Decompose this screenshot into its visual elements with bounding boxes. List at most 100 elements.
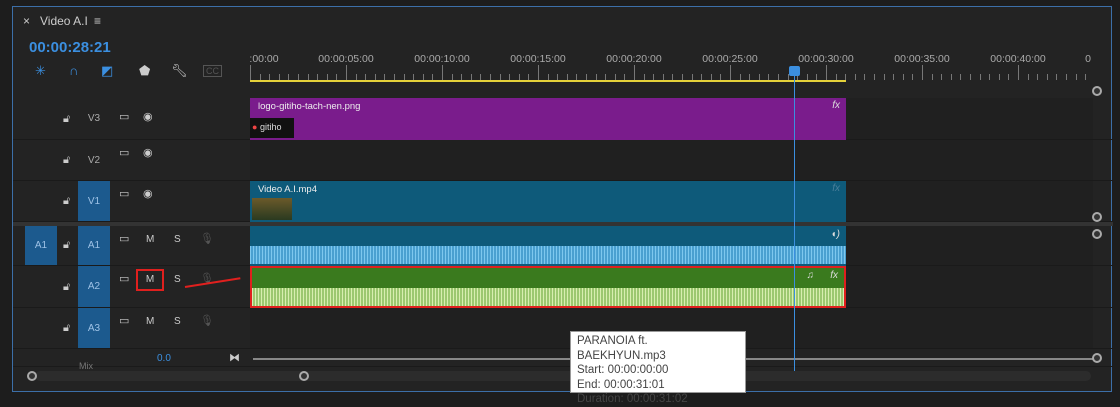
track-label-a1[interactable]: A1 xyxy=(78,226,110,265)
ruler-tick xyxy=(1075,74,1077,80)
ruler-tick xyxy=(749,74,751,80)
audio-vscroll-top[interactable] xyxy=(1092,229,1102,239)
sync-lock-icon[interactable]: ▭ xyxy=(119,110,129,123)
ruler-tick xyxy=(298,74,299,80)
wrench-icon[interactable]: 🔧︎ xyxy=(171,63,188,79)
lock-icon[interactable]: 🔓︎ xyxy=(63,113,70,126)
track-label-a3[interactable]: A3 xyxy=(78,308,110,348)
video-vscroll-top[interactable] xyxy=(1092,86,1102,96)
ruler-tick xyxy=(470,74,472,80)
lock-icon[interactable]: 🔓︎ xyxy=(63,322,70,335)
solo-button[interactable]: S xyxy=(174,316,181,327)
microphone-icon[interactable]: 🎙︎ xyxy=(200,314,214,327)
scroll-handle-right[interactable] xyxy=(299,371,309,381)
fx-badge[interactable]: fx xyxy=(832,183,840,194)
sync-lock-icon[interactable]: ▭ xyxy=(119,187,129,200)
ruler-tick xyxy=(682,74,683,80)
ruler-tick xyxy=(595,74,597,80)
scroll-handle-left[interactable] xyxy=(27,371,37,381)
tooltip-title: PARANOIA ft. BAEKHYUN.mp3 xyxy=(577,335,666,362)
sequence-tab[interactable]: Video A.I xyxy=(40,14,88,28)
microphone-icon[interactable]: 🎙︎ xyxy=(200,232,214,245)
track-label-a2[interactable]: A2 xyxy=(78,266,110,307)
playhead-timecode[interactable]: 00:00:28:21 xyxy=(29,39,111,56)
clip-video[interactable]: Video A.I.mp4 fx xyxy=(250,181,846,222)
video-vscroll-bottom[interactable] xyxy=(1092,212,1102,222)
playhead-line[interactable] xyxy=(794,69,795,374)
ruler-tick xyxy=(931,74,933,80)
ruler-tick xyxy=(250,65,251,80)
ruler-tick xyxy=(480,74,482,80)
lock-icon[interactable]: 🔓︎ xyxy=(63,195,70,208)
track-label-v2[interactable]: V2 xyxy=(78,140,110,180)
ruler-tick xyxy=(317,74,319,80)
fx-badge[interactable]: fx xyxy=(832,100,840,111)
playhead-handle[interactable] xyxy=(789,66,800,76)
clip-audio-a2[interactable]: ♫ fx xyxy=(250,266,846,308)
time-ruler[interactable]: :00:00 00:00:05:00 00:00:10:00 00:00:15:00 0… xyxy=(249,43,1093,82)
clip-thumbnail: ● gitiho xyxy=(250,118,294,138)
ruler-tick xyxy=(1008,74,1010,80)
lock-icon[interactable]: 🔓︎ xyxy=(63,281,70,294)
clip-audio-a1[interactable]: ◖) xyxy=(250,226,846,266)
ruler-tick xyxy=(259,74,261,80)
ruler-tick xyxy=(634,65,635,80)
sync-lock-icon[interactable]: ▭ xyxy=(119,146,129,159)
sync-lock-icon[interactable]: ▭ xyxy=(119,232,129,245)
mix-volume[interactable]: 0.0 xyxy=(157,353,171,364)
ruler-tick xyxy=(758,74,760,80)
sync-lock-icon[interactable]: ▭ xyxy=(119,272,129,285)
ruler-tick xyxy=(336,74,338,80)
clip-logo[interactable]: logo-gitiho-tach-nen.png fx ● gitiho xyxy=(250,98,846,140)
mute-button[interactable]: M xyxy=(146,234,154,245)
ruler-tick xyxy=(691,74,693,80)
ruler-tick xyxy=(893,74,895,80)
eye-icon[interactable]: ◉ xyxy=(143,187,153,200)
linked-selection-icon[interactable]: ◩ xyxy=(101,63,113,79)
track-mix: Mix 0.0 ⧓ xyxy=(13,349,1113,371)
fx-badge[interactable]: fx xyxy=(830,270,838,281)
ruler-tick xyxy=(768,74,770,80)
clip-name: logo-gitiho-tach-nen.png xyxy=(258,101,361,112)
ruler-tick xyxy=(970,74,971,80)
ruler-tick xyxy=(490,74,491,80)
lock-icon[interactable]: 🔓︎ xyxy=(63,239,70,252)
ruler-tick xyxy=(394,74,395,80)
work-area-bar[interactable] xyxy=(250,80,846,82)
ruler-tick xyxy=(326,74,328,80)
mute-button-a2[interactable]: M xyxy=(136,269,164,291)
horizontal-scrollbar[interactable] xyxy=(35,371,1091,381)
ruler-tick xyxy=(720,74,722,80)
marker-icon[interactable]: ⬟ xyxy=(139,63,150,79)
track-label-v3[interactable]: V3 xyxy=(78,98,110,139)
captions-icon[interactable]: CC xyxy=(203,65,222,77)
sync-lock-icon[interactable]: ▭ xyxy=(119,314,129,327)
audio-vscroll-bottom[interactable] xyxy=(1092,353,1102,363)
ruler-tick xyxy=(864,74,866,80)
mute-button[interactable]: M xyxy=(146,316,154,327)
eye-icon[interactable]: ◉ xyxy=(143,146,153,159)
ruler-tick xyxy=(566,74,568,80)
eye-icon[interactable]: ◉ xyxy=(143,110,153,123)
ruler-tick xyxy=(816,74,818,80)
ruler-tick xyxy=(576,74,578,80)
ruler-tick xyxy=(1066,74,1067,80)
ruler-tick xyxy=(624,74,626,80)
ruler-tick xyxy=(269,74,271,80)
lock-icon[interactable]: 🔓︎ xyxy=(63,154,70,167)
track-label-v1[interactable]: V1 xyxy=(78,181,110,221)
ruler-tick xyxy=(365,74,367,80)
mix-end-icon[interactable]: ⧓ xyxy=(229,351,240,364)
ruler-tick xyxy=(989,74,991,80)
snap-icon[interactable]: ✳ xyxy=(35,63,46,79)
source-patch-a1[interactable]: A1 xyxy=(25,226,57,265)
ruler-tick xyxy=(643,74,645,80)
volume-keyframe-icon[interactable]: ◖) xyxy=(831,229,840,240)
tab-close[interactable]: × xyxy=(23,14,30,28)
solo-button[interactable]: S xyxy=(174,274,181,285)
ruler-tick xyxy=(278,74,280,80)
waveform xyxy=(252,288,844,306)
panel-menu-icon[interactable]: ≡ xyxy=(94,14,101,28)
solo-button[interactable]: S xyxy=(174,234,181,245)
magnet-icon[interactable]: ∩ xyxy=(69,63,78,78)
